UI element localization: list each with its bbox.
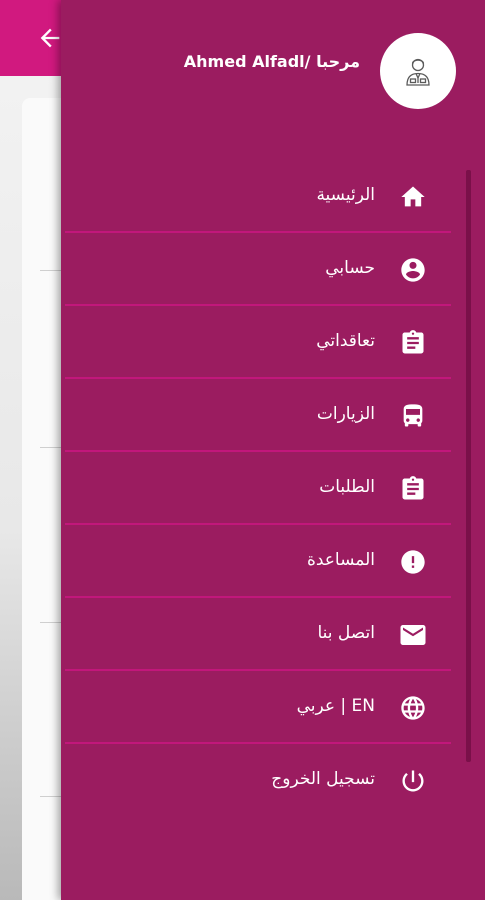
menu-item-label: الزيارات: [316, 404, 375, 424]
power-icon: [398, 766, 428, 796]
bus-icon: [398, 401, 428, 431]
globe-icon: [398, 693, 428, 723]
menu-item-label: الرئيسية: [316, 185, 375, 205]
mail-icon: [398, 620, 428, 650]
user-greeting: Ahmed Alfadl/ مرحبا: [183, 52, 360, 71]
user-avatar-icon[interactable]: [380, 33, 456, 109]
menu-item-label: تسجيل الخروج: [271, 769, 375, 789]
menu-item-help[interactable]: المساعدة: [61, 525, 485, 598]
drawer-header: Ahmed Alfadl/ مرحبا: [61, 0, 485, 130]
menu-item-language[interactable]: EN | عربي: [61, 671, 485, 744]
menu-item-label: المساعدة: [306, 550, 375, 570]
clipboard-icon: [398, 328, 428, 358]
menu-item-label: الطلبات: [319, 477, 375, 497]
menu-item-label: اتصل بنا: [317, 623, 375, 643]
menu-item-my-account[interactable]: حسابي: [61, 233, 485, 306]
menu-item-requests[interactable]: الطلبات: [61, 452, 485, 525]
alert-circle-icon: [398, 547, 428, 577]
menu-item-contact-us[interactable]: اتصل بنا: [61, 598, 485, 671]
menu-item-contracts[interactable]: تعاقداتي: [61, 306, 485, 379]
menu-item-label: تعاقداتي: [316, 331, 375, 351]
menu-item-home[interactable]: الرئيسية: [61, 160, 485, 233]
menu-item-logout[interactable]: تسجيل الخروج: [61, 744, 485, 817]
scrollbar[interactable]: [466, 170, 471, 762]
account-circle-icon: [398, 255, 428, 285]
navigation-drawer: Ahmed Alfadl/ مرحبا الرئيسية حسابي تعاقد…: [61, 0, 485, 900]
menu-item-visits[interactable]: الزيارات: [61, 379, 485, 452]
menu-item-label: EN | عربي: [296, 696, 375, 716]
drawer-menu: الرئيسية حسابي تعاقداتي الزيارات الطلبات…: [61, 160, 485, 817]
clipboard-icon: [398, 474, 428, 504]
menu-item-label: حسابي: [325, 258, 375, 278]
arrow-left-icon[interactable]: [36, 24, 64, 52]
home-icon: [398, 182, 428, 212]
